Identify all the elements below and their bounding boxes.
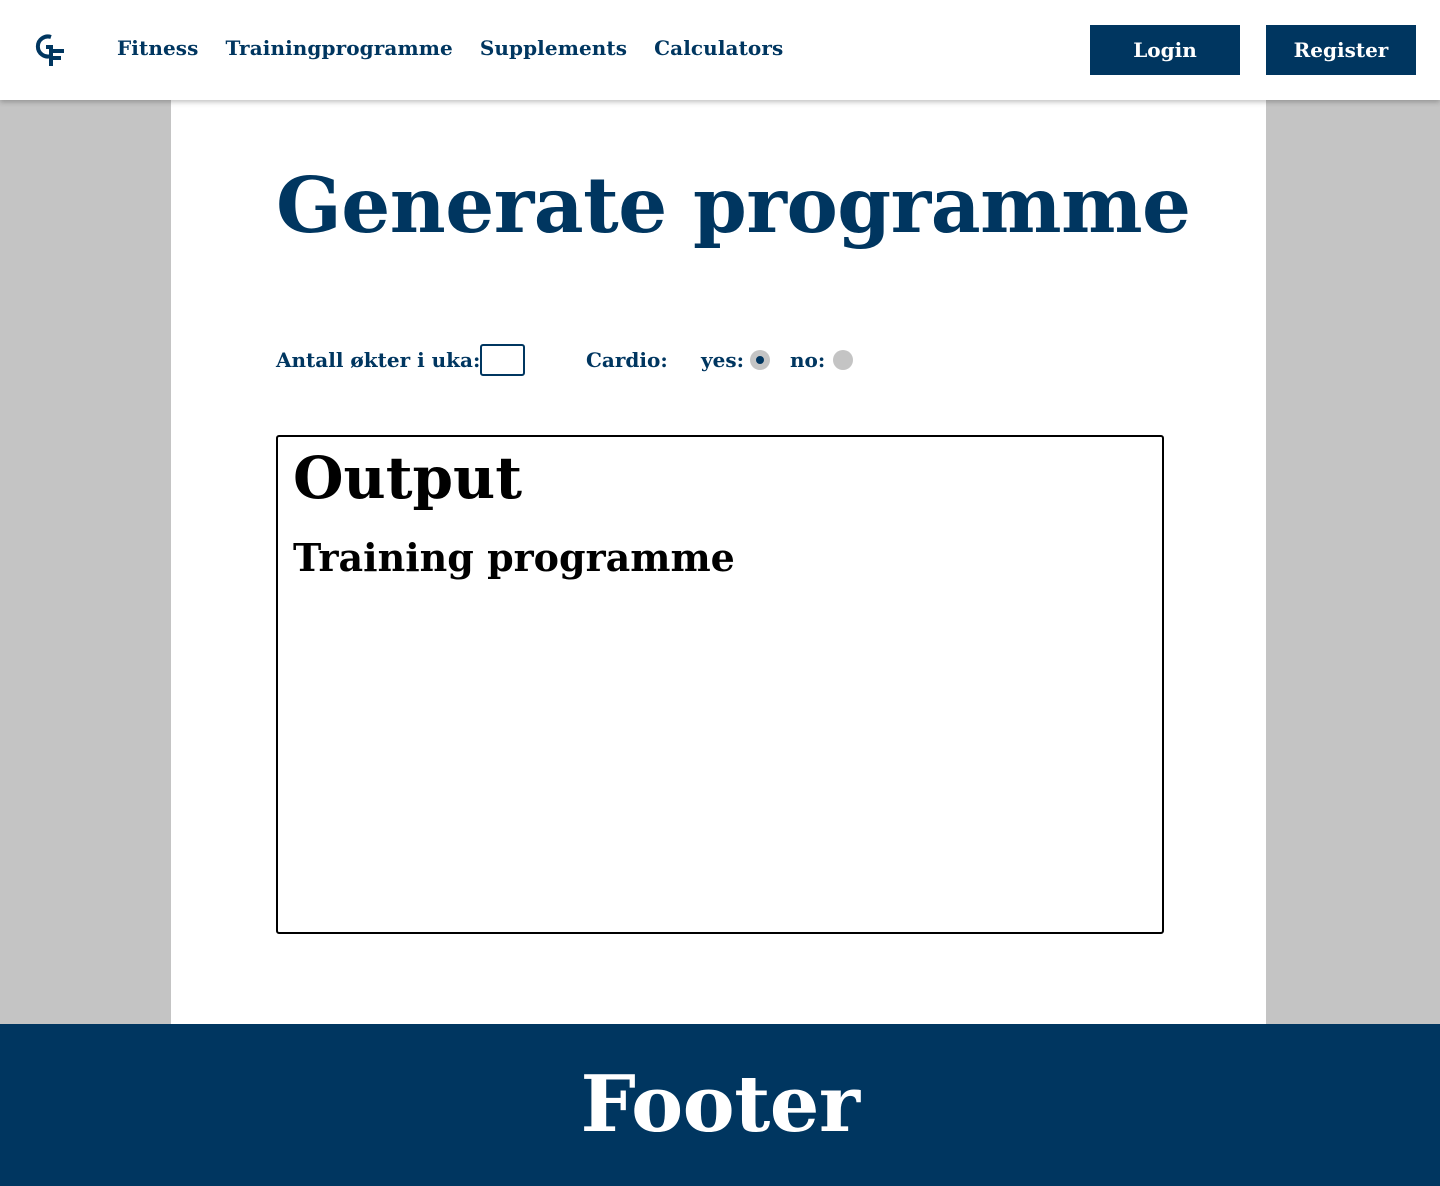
nav-trainingprogramme[interactable]: Trainingprogramme [226, 36, 453, 60]
cardio-no-radio[interactable] [833, 350, 853, 370]
output-box: Output Training programme [276, 435, 1164, 934]
login-button[interactable]: Login [1090, 25, 1240, 75]
training-programme-heading: Training programme [293, 535, 735, 580]
nav-fitness[interactable]: Fitness [117, 36, 199, 60]
footer-title: Footer [580, 1059, 860, 1150]
cardio-no-label: no: [790, 348, 826, 372]
cardio-yes-label: yes: [701, 348, 744, 372]
nav-calculators[interactable]: Calculators [654, 36, 783, 60]
logo-icon[interactable] [34, 32, 68, 68]
main-nav: Fitness Trainingprogramme Supplements Ca… [117, 36, 783, 60]
nav-supplements[interactable]: Supplements [480, 36, 627, 60]
register-button[interactable]: Register [1266, 25, 1416, 75]
sessions-label: Antall økter i uka: [276, 348, 481, 372]
cardio-yes-radio[interactable] [750, 350, 770, 370]
footer: Footer [0, 1024, 1440, 1186]
programme-form: Antall økter i uka: Cardio: yes: no: [276, 344, 976, 376]
output-heading: Output [293, 444, 522, 512]
cardio-label: Cardio: [586, 348, 668, 372]
page-title: Generate programme [276, 161, 1191, 251]
radio-selected-dot [756, 356, 764, 364]
sessions-input[interactable] [480, 344, 525, 376]
gf-logo-icon [35, 34, 64, 66]
navbar: Fitness Trainingprogramme Supplements Ca… [0, 0, 1440, 100]
main-panel: Generate programme Antall økter i uka: C… [171, 100, 1266, 1024]
